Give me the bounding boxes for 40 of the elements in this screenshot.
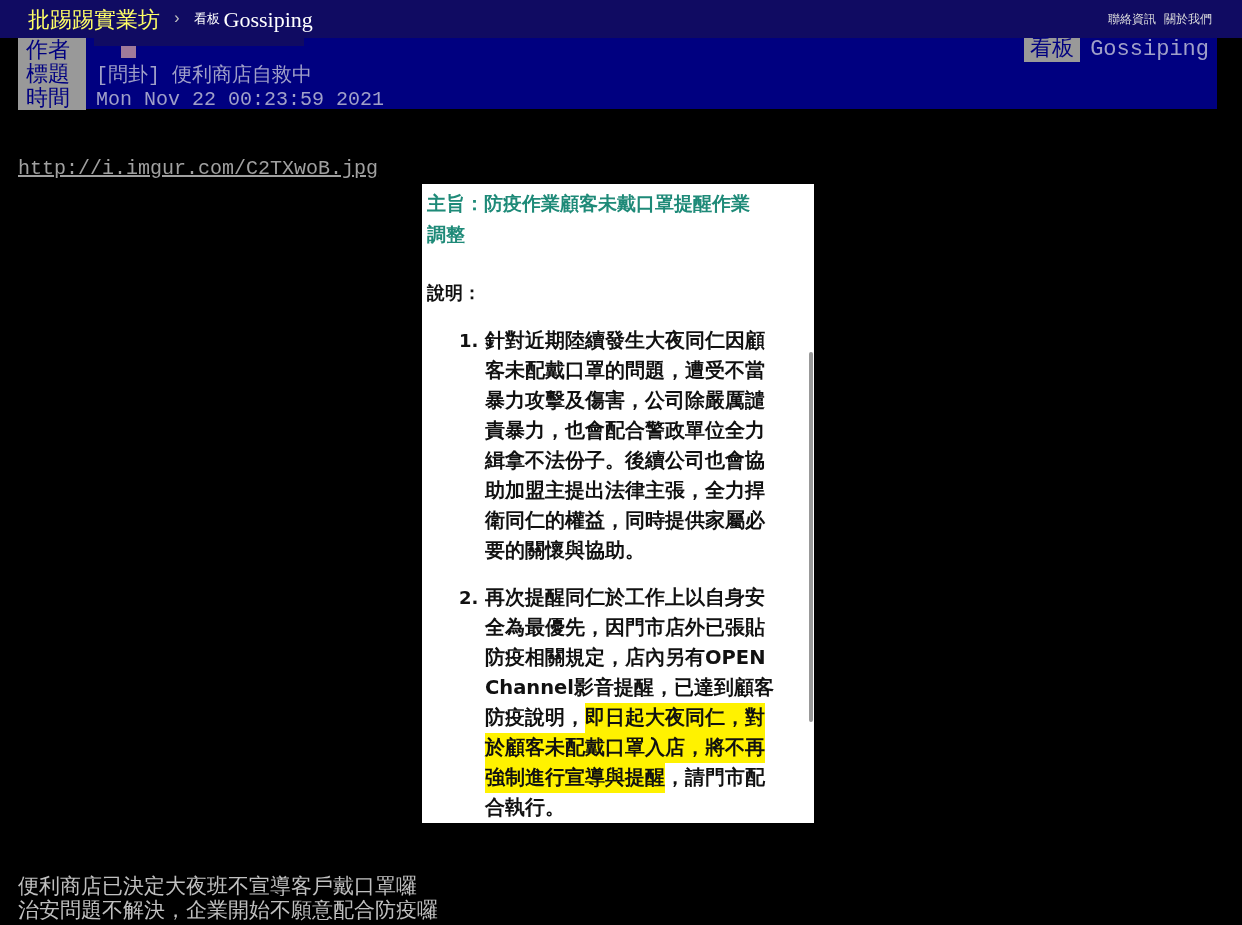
text-line: 全為最優先，因門市店外已張貼 xyxy=(485,615,765,641)
field-label: 標題 xyxy=(18,62,86,86)
text-line: 要的關懷與協助。 xyxy=(485,538,645,564)
text-line: 合執行。 xyxy=(485,795,565,821)
text-line: 緝拿不法份子。後續公司也會協 xyxy=(485,448,765,474)
text-line: 助加盟主提出法律主張，全力捍 xyxy=(485,478,765,504)
text-line: 防疫相關規定，店內另有OPEN xyxy=(485,645,766,671)
text-line: ，請門市配 xyxy=(665,765,765,791)
body-text: 治安問題不解決，企業開始不願意配合防疫囉 xyxy=(18,898,438,922)
subject-line: 主旨：防疫作業顧客未戴口罩提醒作業 xyxy=(427,191,751,216)
board-tag: 看板 xyxy=(1024,38,1081,62)
body-text: 便利商店已決定大夜班不宣導客戶戴口罩囉 xyxy=(18,874,418,898)
list-number: 1. xyxy=(459,329,480,353)
highlighted-text: 於顧客未配戴口罩入店，將不再 xyxy=(485,733,765,763)
field-label: 作者 xyxy=(18,38,86,62)
nav-link[interactable]: 聯絡資訊 xyxy=(1108,10,1156,28)
image-link[interactable]: http://i.imgur.com/C2TXwoB.jpg xyxy=(18,157,379,180)
section-heading: 說明： xyxy=(427,281,482,305)
nav-link[interactable]: 關於我們 xyxy=(1164,10,1212,28)
list-number: 2. xyxy=(459,586,480,610)
text-line: 再次提醒同仁於工作上以自身安 xyxy=(485,585,765,611)
text-line: 衛同仁的權益，同時提供家屬必 xyxy=(485,508,765,534)
breadcrumb-separator: › xyxy=(172,9,182,30)
field-value: Mon Nov 22 00:23:59 2021 xyxy=(95,87,385,110)
cursor-block xyxy=(121,46,136,58)
text-line: 客未配戴口罩的問題，遭受不當 xyxy=(485,358,765,384)
site-logo-link[interactable]: 批踢踢實業坊 xyxy=(28,2,160,36)
field-value: [問卦] 便利商店自救中 xyxy=(95,63,312,86)
text-line: 責暴力，也會配合警政單位全力 xyxy=(485,418,765,444)
board-link[interactable]: Gossiping xyxy=(223,2,313,36)
field-label: 時間 xyxy=(18,86,86,110)
text-line: 針對近期陸續發生大夜同仁因顧 xyxy=(485,328,765,354)
board-name: Gossiping xyxy=(1089,38,1209,62)
subject-line: 調整 xyxy=(427,222,466,247)
text-line: Channel影音提醒，已達到顧客 xyxy=(485,675,775,701)
board-label: 看板 xyxy=(193,10,220,29)
highlighted-text: 強制進行宣導與提醒 xyxy=(485,763,665,793)
text-line: 防疫說明， xyxy=(485,705,585,731)
highlighted-text: 即日起大夜同仁，對 xyxy=(585,703,765,733)
text-line: 暴力攻擊及傷害，公司除嚴厲譴 xyxy=(485,388,765,414)
